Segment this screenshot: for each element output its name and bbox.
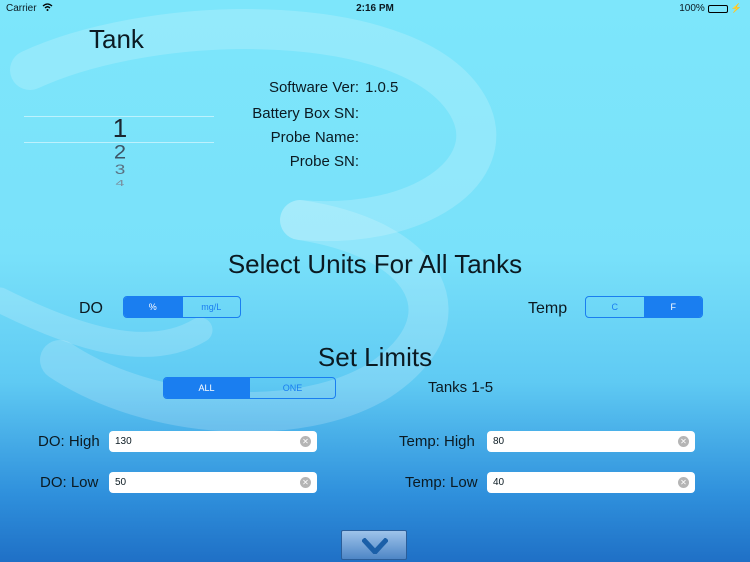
units-heading: Select Units For All Tanks [227,249,523,279]
battery-icon [707,4,728,13]
temp-low-value[interactable]: 40 [493,477,678,488]
clear-icon[interactable]: ✕ [678,477,689,488]
tank-number-picker[interactable]: 1 2 3 4 [110,113,130,193]
clear-icon[interactable]: ✕ [300,477,311,488]
clear-icon[interactable]: ✕ [300,436,311,447]
battery-group: 100% ⚡ [679,3,742,14]
status-time: 2:16 PM [356,3,394,14]
do-low-value[interactable]: 50 [115,477,300,488]
do-low-label: DO: Low [40,474,99,491]
temp-low-field[interactable]: 40 ✕ [487,472,695,493]
temp-units-label: Temp [528,300,568,317]
probe-sn-label: Probe SN: [289,153,359,170]
temp-high-value[interactable]: 80 [493,436,678,447]
tanks-range-label: Tanks 1-5 [428,379,494,396]
scope-all[interactable]: ALL [164,378,249,398]
battery-box-sn-label: Battery Box SN: [252,105,359,122]
picker-item[interactable]: 4 [110,180,130,189]
page-title: Tank [89,24,144,54]
do-low-field[interactable]: 50 ✕ [109,472,317,493]
charging-icon: ⚡ [730,3,742,13]
picker-item[interactable]: 2 [110,140,130,163]
do-units-label: DO [79,300,103,317]
do-high-value[interactable]: 130 [115,436,300,447]
scope-one[interactable]: ONE [249,378,335,398]
picker-item[interactable]: 3 [110,162,130,179]
software-version-value: 1.0.5 [365,79,399,96]
temp-units-segmented-control[interactable]: C F [585,296,703,318]
temp-low-label: Temp: Low [405,474,478,491]
temp-high-field[interactable]: 80 ✕ [487,431,695,452]
limits-heading: Set Limits [317,342,433,372]
do-unit-percent[interactable]: % [124,297,182,317]
temp-unit-c[interactable]: C [586,297,644,317]
do-high-label: DO: High [38,433,100,450]
chevron-down-icon [362,538,388,554]
probe-name-label: Probe Name: [270,129,359,146]
battery-percent: 100% [679,3,705,14]
limits-scope-segmented-control[interactable]: ALL ONE [163,377,336,399]
temp-high-label: Temp: High [399,433,475,450]
status-bar: Carrier 2:16 PM 100% ⚡ [0,0,750,18]
temp-unit-f[interactable]: F [643,297,702,317]
do-units-segmented-control[interactable]: % mg/L [123,296,241,318]
clear-icon[interactable]: ✕ [678,436,689,447]
do-high-field[interactable]: 130 ✕ [109,431,317,452]
software-version-label: Software Ver: [268,79,359,96]
do-unit-mgl[interactable]: mg/L [181,297,241,317]
collapse-down-button[interactable] [341,530,407,560]
